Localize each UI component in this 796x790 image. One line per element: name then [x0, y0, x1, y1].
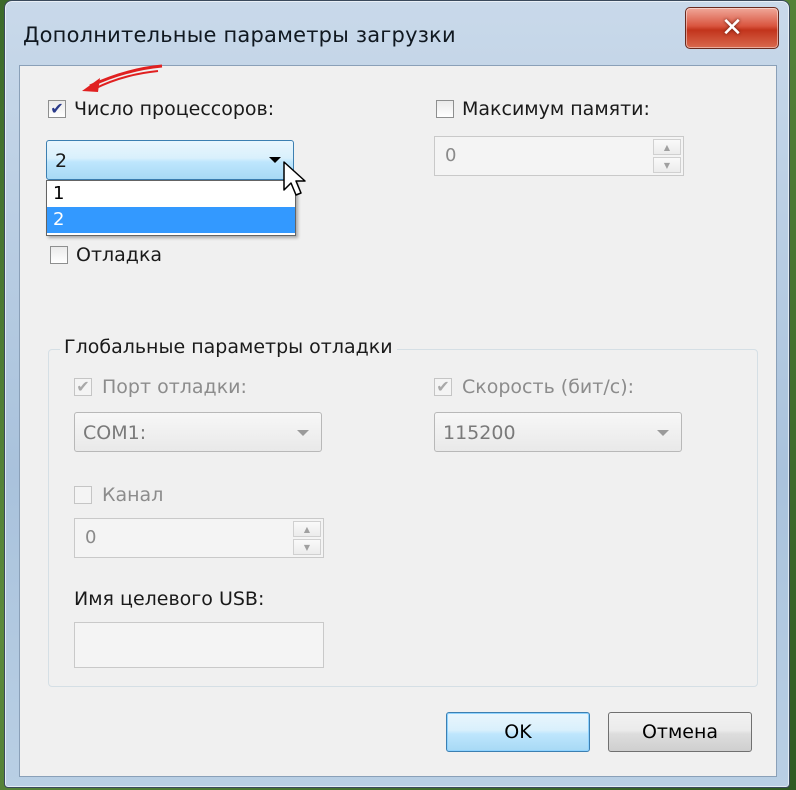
chevron-down-icon [657, 430, 669, 436]
spin-down-icon[interactable]: ▼ [653, 157, 681, 173]
close-icon: ✕ [721, 13, 743, 43]
max-memory-spinbox[interactable]: 0 ▲ ▼ [434, 136, 684, 176]
channel-label: Канал [102, 484, 164, 506]
debug-port-combobox[interactable]: COM1: [74, 412, 322, 452]
dialog-window: Дополнительные параметры загрузки ✕ ✔ Чи… [4, 0, 790, 788]
cancel-button[interactable]: Отмена [608, 712, 752, 752]
spin-down-icon[interactable]: ▼ [293, 539, 321, 555]
debug-checkbox[interactable] [50, 246, 68, 264]
debug-port-label: Порт отладки: [102, 376, 247, 398]
channel-value: 0 [85, 527, 97, 548]
max-memory-checkbox[interactable] [436, 100, 454, 118]
checkmark-icon: ✔ [76, 377, 90, 396]
processors-dropdown-list: 1 2 [46, 180, 296, 236]
usb-target-label: Имя целевого USB: [74, 588, 265, 610]
dropdown-option[interactable]: 1 [47, 181, 295, 207]
max-memory-label: Максимум памяти: [462, 98, 650, 120]
chevron-down-icon [269, 157, 281, 163]
checkmark-icon: ✔ [50, 99, 64, 118]
dropdown-option-selected[interactable]: 2 [47, 207, 295, 233]
channel-spinbox[interactable]: 0 ▲ ▼ [74, 518, 324, 558]
processors-label: Число процессоров: [74, 98, 275, 120]
processors-selected-value: 2 [55, 150, 68, 172]
baud-rate-checkbox[interactable]: ✔ [434, 378, 452, 396]
ok-button[interactable]: OK [446, 712, 590, 752]
processors-checkbox[interactable]: ✔ [48, 100, 66, 118]
debug-port-value: COM1: [83, 422, 147, 444]
processors-combobox[interactable]: 2 [46, 140, 294, 180]
spin-up-icon[interactable]: ▲ [653, 139, 681, 155]
usb-target-input[interactable] [74, 622, 324, 668]
channel-checkbox[interactable] [74, 486, 92, 504]
max-memory-value: 0 [445, 145, 457, 166]
close-button[interactable]: ✕ [685, 7, 779, 49]
global-debug-title: Глобальные параметры отладки [60, 336, 397, 358]
window-title: Дополнительные параметры загрузки [23, 23, 456, 47]
chevron-down-icon [297, 430, 309, 436]
mouse-pointer-icon [283, 161, 306, 196]
debug-label: Отладка [76, 244, 163, 266]
spin-up-icon[interactable]: ▲ [293, 521, 321, 537]
baud-rate-combobox[interactable]: 115200 [434, 412, 682, 452]
baud-rate-value: 115200 [443, 422, 516, 444]
baud-rate-label: Скорость (бит/с): [462, 376, 635, 398]
checkmark-icon: ✔ [436, 377, 450, 396]
red-arrow-annotation [82, 64, 163, 92]
dialog-client-area: ✔ Число процессоров: 2 1 2 Максимум памя… [19, 64, 777, 777]
debug-port-checkbox[interactable]: ✔ [74, 378, 92, 396]
